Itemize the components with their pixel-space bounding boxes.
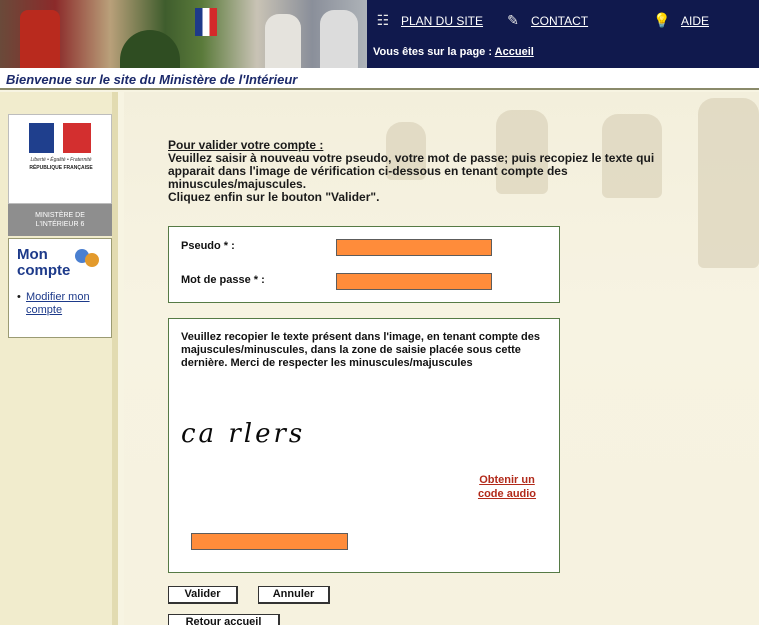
password-label: Mot de passe * : <box>181 274 265 286</box>
marianne-flag-icon <box>29 123 91 153</box>
breadcrumb-home-link[interactable]: Accueil <box>495 46 534 58</box>
nav-contact-link[interactable]: CONTACT <box>531 14 588 28</box>
audio-code-link[interactable]: Obtenir un code audio <box>467 473 547 501</box>
bullet-icon: • <box>17 291 21 303</box>
breadcrumb: Vous êtes sur la page : Accueil <box>373 46 534 58</box>
captcha-image: ca rlers <box>181 419 306 449</box>
banner-flag-shape <box>195 8 217 36</box>
sitemap-icon[interactable]: ☷ <box>375 12 391 28</box>
instructions-line: Cliquez enfin sur le bouton "Valider". <box>168 190 380 204</box>
nav-plan-du-site-link[interactable]: PLAN DU SITE <box>401 14 483 28</box>
pencil-icon[interactable]: ✎ <box>505 12 521 28</box>
instructions: Pour valider votre compte : Veuillez sai… <box>168 139 728 204</box>
home-button[interactable]: Retour accueil <box>168 614 280 625</box>
banner-officer-shape <box>320 10 358 68</box>
banner-firefighter-shape <box>20 10 60 68</box>
ministry-name-line2: L'INTÉRIEUR 6 <box>35 221 85 228</box>
lightbulb-icon[interactable]: 💡 <box>653 12 670 28</box>
captcha-input[interactable] <box>191 533 348 550</box>
banner-officer-shape <box>265 14 301 68</box>
banner-photo <box>0 0 367 68</box>
banner-tree-shape <box>120 30 180 68</box>
validate-button[interactable]: Valider <box>168 586 238 604</box>
republic-label: RÉPUBLIQUE FRANÇAISE <box>29 165 93 171</box>
nav-aide-link[interactable]: AIDE <box>681 14 709 28</box>
pseudo-label: Pseudo * : <box>181 240 235 252</box>
account-title: Mon compte <box>17 246 71 279</box>
top-navigation: ☷ PLAN DU SITE ✎ CONTACT 💡 AIDE Vous ête… <box>367 0 759 68</box>
modify-account-link[interactable]: Modifier mon compte <box>26 291 106 317</box>
main-content: Pour valider votre compte : Veuillez sai… <box>124 92 759 625</box>
breadcrumb-prefix: Vous êtes sur la page : <box>373 46 493 58</box>
captcha-box: Veuillez recopier le texte présent dans … <box>168 318 560 573</box>
ministry-logo[interactable]: Liberté • Égalité • Fraternité RÉPUBLIQU… <box>8 114 112 204</box>
cancel-button[interactable]: Annuler <box>258 586 330 604</box>
captcha-instructions: Veuillez recopier le texte présent dans … <box>181 331 541 369</box>
credentials-box: Pseudo * : Mot de passe * : <box>168 226 560 303</box>
ministry-name: MINISTÈRE DE L'INTÉRIEUR 6 <box>8 204 112 236</box>
site-header: ☷ PLAN DU SITE ✎ CONTACT 💡 AIDE Vous ête… <box>0 0 759 68</box>
password-input[interactable] <box>336 273 492 290</box>
ministry-name-line1: MINISTÈRE DE <box>35 212 85 219</box>
nav-links: ☷ PLAN DU SITE ✎ CONTACT 💡 AIDE <box>367 0 759 38</box>
welcome-bar: Bienvenue sur le site du Ministère de l'… <box>0 68 759 90</box>
page-title: Bienvenue sur le site du Ministère de l'… <box>6 72 298 87</box>
users-icon <box>75 247 101 271</box>
pseudo-input[interactable] <box>336 239 492 256</box>
account-box: Mon compte • Modifier mon compte <box>8 238 112 338</box>
republic-motto: Liberté • Égalité • Fraternité <box>30 157 92 163</box>
sidebar: Liberté • Égalité • Fraternité RÉPUBLIQU… <box>0 92 118 625</box>
